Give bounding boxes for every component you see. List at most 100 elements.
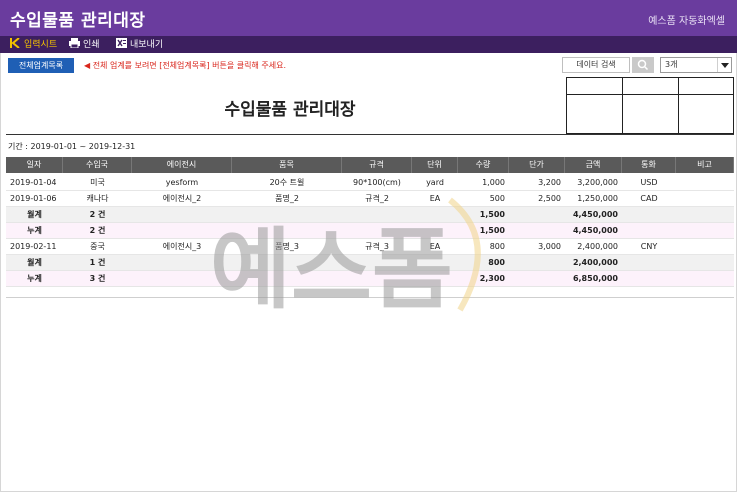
cell-country: 중국 (90, 242, 105, 251)
table-header-row: 일자 수입국 에이전시 품목 규격 단위 수량 단가 금액 통화 비고 (6, 157, 734, 173)
cell-amount: 1,250,000 (577, 194, 618, 203)
data-search-button[interactable]: 데이터 검색 (562, 57, 630, 73)
cell-qty: 1,500 (479, 210, 505, 219)
cell-agency: 에이전시_2 (162, 194, 202, 203)
toolbar-print-button[interactable]: 인쇄 (69, 38, 100, 51)
cell-amount: 2,400,000 (577, 242, 618, 251)
cell-qty: 500 (489, 194, 505, 203)
toolbar-print-label: 인쇄 (83, 40, 100, 50)
cell-currency: CAD (640, 194, 658, 203)
column-header-qty: 수량 (458, 157, 509, 173)
column-header-date: 일자 (6, 157, 63, 173)
column-header-country: 수입국 (63, 157, 132, 173)
cell-amount: 2,400,000 (572, 258, 618, 267)
cell-price: 2,500 (538, 194, 561, 203)
cell-price: 3,000 (538, 242, 561, 251)
cell-spec: 90*100(cm) (353, 178, 401, 187)
cell-agency (132, 255, 232, 271)
cell-amount: 6,850,000 (572, 274, 618, 283)
cell-date: 누계 (27, 274, 42, 283)
cumulative-total-row[interactable]: 누계 3 건 2,300 6,850,000 (6, 271, 734, 287)
search-icon-button[interactable] (632, 57, 654, 73)
cell-unit (412, 207, 458, 223)
column-header-amount: 금액 (565, 157, 622, 173)
cell-price (509, 255, 565, 271)
brand-label: 예스폼 자동화엑셀 (648, 16, 725, 27)
column-header-agency: 에이전시 (132, 157, 232, 173)
approval-box (566, 77, 734, 134)
cell-currency: CNY (640, 242, 658, 251)
cell-note (676, 223, 734, 239)
cell-spec: 규격_2 (365, 194, 389, 203)
cell-item: 품명_3 (275, 242, 299, 251)
column-header-spec: 규격 (342, 157, 412, 173)
cell-spec (342, 255, 412, 271)
toolbar-export-label: 내보내기 (130, 40, 164, 50)
monthly-subtotal-row[interactable]: 월계 1 건 800 2,400,000 (6, 255, 734, 271)
count-select[interactable]: 3개 (660, 57, 732, 73)
cell-amount: 3,200,000 (577, 178, 618, 187)
cell-unit: EA (429, 194, 441, 203)
cell-qty: 2,300 (479, 274, 505, 283)
cell-currency: USD (640, 178, 658, 187)
period-label: 기간 : 2019-01-01 ~ 2019-12-31 (8, 142, 136, 151)
app-title: 수입물품 관리대장 (10, 11, 146, 31)
table-row[interactable]: 2019-01-04 미국 yesform 20수 트윌 90*100(cm) yard 1… (6, 175, 734, 191)
table-row[interactable]: 2019-02-11 중국 에이전시_3 품명_3 규격_3 EA 800 3,000 2,40… (6, 239, 734, 255)
cell-unit: yard (426, 178, 444, 187)
chevron-down-icon[interactable] (717, 58, 731, 72)
document-title: 수입물품 관리대장 (224, 100, 356, 120)
cumulative-total-row[interactable]: 누계 2 건 1,500 4,450,000 (6, 223, 734, 239)
cell-price (509, 271, 565, 287)
brand-logo: 예스폼 자동화엑셀 (648, 12, 725, 27)
cell-agency (132, 223, 232, 239)
cell-date: 월계 (27, 210, 42, 219)
toolbar-input-sheet-label: 입력시트 (24, 40, 58, 50)
back-icon (10, 38, 20, 48)
cell-spec (342, 207, 412, 223)
toolbar-export-button[interactable]: 내보내기 (116, 38, 163, 51)
column-header-item: 품목 (232, 157, 342, 173)
cell-qty: 800 (489, 242, 505, 251)
monthly-subtotal-row[interactable]: 월계 2 건 1,500 4,450,000 (6, 207, 734, 223)
cell-qty: 1,000 (482, 178, 505, 187)
cell-agency (132, 207, 232, 223)
column-header-note: 비고 (676, 157, 734, 173)
cell-note (676, 255, 734, 271)
cell-country: 2 건 (89, 226, 106, 235)
cell-date: 월계 (27, 258, 42, 267)
cell-country: 1 건 (89, 258, 106, 267)
toolbar: 입력시트 인쇄 내보내기 (0, 36, 737, 53)
cell-date: 누계 (27, 226, 42, 235)
cell-country: 3 건 (89, 274, 106, 283)
cell-item (232, 223, 342, 239)
cell-note (676, 207, 734, 223)
excel-icon (116, 38, 127, 48)
count-select-value: 3개 (665, 60, 678, 69)
table-row[interactable]: 2019-01-06 캐나다 에이전시_2 품명_2 규격_2 EA 500 2,500 1,2… (6, 191, 734, 207)
column-header-unit: 단위 (412, 157, 458, 173)
toolbar-input-sheet-button[interactable]: 입력시트 (10, 38, 57, 51)
cell-currency (622, 255, 676, 271)
cell-item (232, 271, 342, 287)
cell-date: 2019-02-11 (10, 242, 57, 251)
cell-unit (412, 271, 458, 287)
column-header-price: 단가 (509, 157, 565, 173)
cell-spec (342, 271, 412, 287)
all-list-button[interactable]: 전체업계목록 (8, 58, 74, 73)
cell-spec: 규격_3 (365, 242, 389, 251)
cell-item (232, 207, 342, 223)
cell-agency (132, 271, 232, 287)
search-icon (637, 59, 649, 71)
cell-currency (622, 271, 676, 287)
cell-price (509, 223, 565, 239)
cell-agency: 에이전시_3 (162, 242, 202, 251)
cell-unit: EA (429, 242, 441, 251)
cell-item: 20수 트윌 (269, 178, 305, 187)
print-icon (69, 38, 80, 48)
table-bottom-line (6, 297, 734, 298)
cell-note (676, 271, 734, 287)
cell-qty: 800 (488, 258, 505, 267)
cell-amount: 4,450,000 (572, 210, 618, 219)
cell-unit (412, 223, 458, 239)
